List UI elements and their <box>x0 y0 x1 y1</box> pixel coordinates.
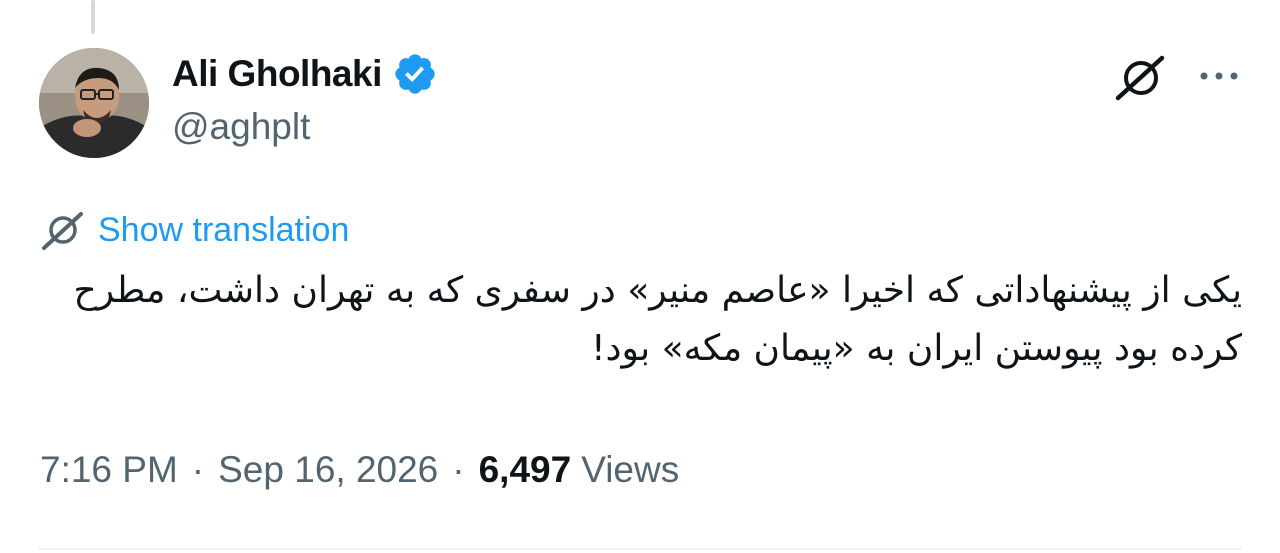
more-options-icon[interactable] <box>1194 58 1244 98</box>
author-display-name[interactable]: Ali Gholhaki <box>172 53 382 95</box>
views-count[interactable]: 6,497 <box>479 449 572 491</box>
meta-separator: · <box>452 449 465 490</box>
show-translation-label[interactable]: Show translation <box>98 211 349 250</box>
translate-icon <box>38 206 86 254</box>
author-name-row[interactable]: Ali Gholhaki <box>172 50 438 98</box>
tweet-time[interactable]: 7:16 PM <box>40 449 178 491</box>
thread-connector-line <box>91 0 95 34</box>
tweet-metadata: 7:16 PM · Sep 16, 2026 · 6,497 Views <box>40 445 679 495</box>
verified-badge-icon[interactable] <box>392 51 438 97</box>
show-translation-button[interactable]: Show translation <box>38 206 349 254</box>
author-handle[interactable]: @aghplt <box>172 106 310 148</box>
avatar[interactable] <box>39 48 149 158</box>
views-label[interactable]: Views <box>581 449 679 491</box>
divider <box>38 548 1242 550</box>
grok-icon[interactable] <box>1112 50 1168 106</box>
tweet-detail: Ali Gholhaki @aghplt Show translation یک… <box>0 0 1280 553</box>
tweet-date[interactable]: Sep 16, 2026 <box>218 449 438 491</box>
meta-separator: · <box>191 449 205 490</box>
tweet-text: یکی از پیشنهاداتی که اخیرا «عاصم منیر» د… <box>73 270 1242 369</box>
